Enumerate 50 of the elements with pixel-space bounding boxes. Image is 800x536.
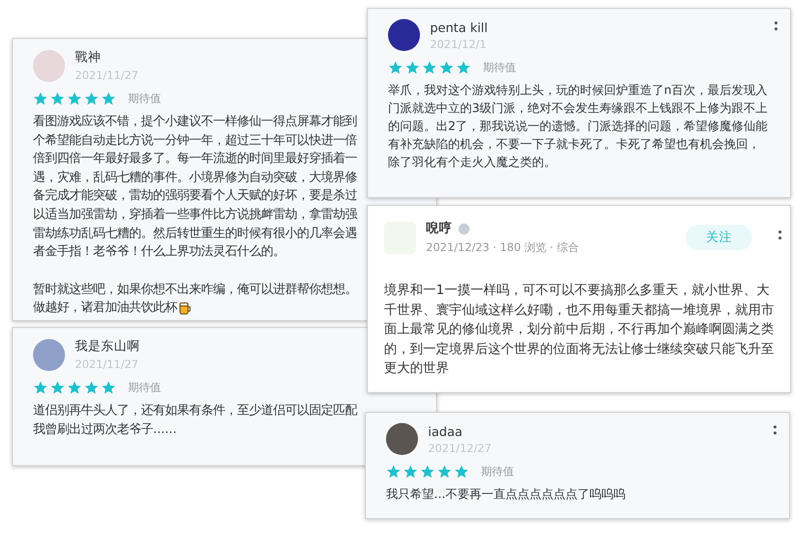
star-icon <box>422 60 437 75</box>
star-icon <box>420 464 435 479</box>
review-text-line: 道侣别再牛头人了，还有如果有条件，至少道侣可以固定匹配 <box>33 401 357 419</box>
avatar <box>388 19 420 51</box>
user-name: 唲哼 <box>426 220 452 237</box>
star-icon <box>456 60 471 75</box>
review-text-line: 者金手指！老爷爷！什么上界功法灵石什么的。 <box>33 242 285 260</box>
star-icon <box>50 380 65 395</box>
user-name: penta kill <box>430 20 488 34</box>
avatar <box>33 338 65 370</box>
star-icon <box>67 380 82 395</box>
follow-button[interactable]: 关注 <box>686 225 752 250</box>
review-text-line: 暂时就这些吧，如果你想不出来咋编，俺可以进群帮你想想。 <box>33 280 357 298</box>
star-icon <box>84 91 99 106</box>
star-icon <box>33 91 48 106</box>
review-text: 境界和一1一摸一样吗，可不可以不要搞那么多重天，就小世界、大千世界、寰宇仙域这样么好嘞，也不用每重天都搞一堆境界，就用市面上最常见的修仙境界，划分前中后期，不行再加个巅峰啊圆满之类的，到一定境界后这个世界的位面将无法让修士继续突破只能飞升至更大的世界 <box>384 282 774 378</box>
star-icon <box>439 60 454 75</box>
star-icon <box>101 91 116 106</box>
star-icon <box>84 380 99 395</box>
review-text-line: 个希望能自动走比方说一分钟一年，超过三十年可以快进一倍 <box>33 130 357 149</box>
star-icon <box>388 60 403 75</box>
star-icon <box>405 60 420 75</box>
star-icon <box>454 464 469 479</box>
rating-label: 期待值 <box>128 380 161 395</box>
review-text: 我只希望...不要再一直点点点点点点了呜呜呜 <box>386 486 626 503</box>
avatar <box>386 423 418 455</box>
rating-label: 期待值 <box>481 464 514 479</box>
post-meta: 2021/12/23 · 180 浏览 · 综合 <box>426 240 579 255</box>
review-text: 举爪，我对这个游戏特别上头，玩的时候回炉重造了n百次，最后发现入门派就选中立的3级门派，绝对不会发生寿缘跟不上钱跟不上修为跟不上的问题。出2了，那我说说一的遗憾。门派选择的问题，希望修魔修仙能有补充缺陷的机会，不要一下子就卡死了。卡死了希望也有机会挽回，除了羽化有个走火入魔之类的。 <box>388 82 769 171</box>
star-icon <box>386 464 401 479</box>
user-name: 戰神 <box>75 49 102 66</box>
star-icon <box>403 464 418 479</box>
review-text-line: 倍到四倍一年最好最多了。每一年流逝的时间里最好穿插着一 <box>33 149 357 168</box>
rating-label: 期待值 <box>128 91 161 106</box>
star-icon <box>437 464 452 479</box>
star-icon <box>33 380 48 395</box>
star-icon <box>67 91 82 106</box>
review-text-line: 我曾刷出过两次老爷子...... <box>33 420 177 438</box>
star-icon <box>50 91 65 106</box>
rating-label: 期待值 <box>483 60 516 75</box>
review-text-line: 备完成才能突破，雷劫的强弱要看个人天赋的好坏，要是杀过 <box>33 186 357 204</box>
star-icon <box>101 380 116 395</box>
review-text-line: 遇，灾难，乱码七糟的事件。小境界修为自动突破，大境界修 <box>33 168 357 186</box>
review-text-line: 以适当加强雷劫，穿插着一些事件比方说挑衅雷劫，拿雷劫强 <box>33 205 357 224</box>
review-text-line: 做越好，诸君加油共饮此杯 <box>33 298 192 318</box>
review-text-line: 雷劫练功乱码七糟的。然后转世重生的时候有很小的几率会遇 <box>33 224 357 242</box>
user-name: 我是东山啊 <box>75 338 140 355</box>
user-name: iadaa <box>428 424 464 438</box>
review-text-line: 看图游戏应该不错，提个小建议不一样修仙一得点屏幕才能到 <box>33 112 357 130</box>
avatar <box>33 50 65 82</box>
